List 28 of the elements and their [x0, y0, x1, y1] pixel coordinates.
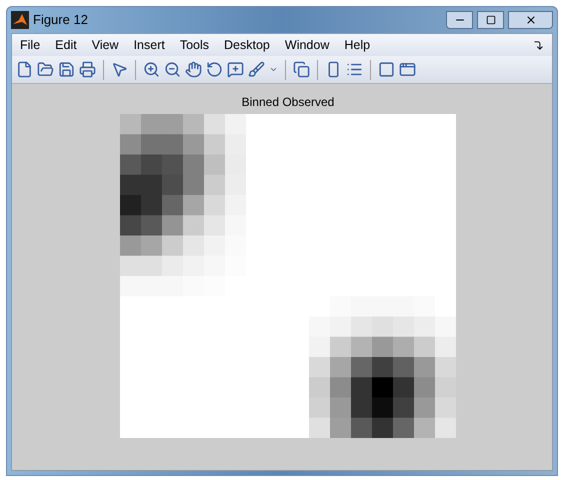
- window-title: Figure 12: [33, 11, 88, 30]
- plot-title: Binned Observed: [242, 94, 334, 111]
- menu-item[interactable]: Window: [284, 36, 330, 54]
- minimize-button[interactable]: [446, 11, 473, 29]
- hand-icon[interactable]: [185, 61, 202, 78]
- app-logo-icon: [11, 11, 29, 29]
- print-icon[interactable]: [79, 61, 96, 78]
- close-button[interactable]: [508, 11, 553, 29]
- pointer-icon[interactable]: [111, 61, 128, 78]
- zoom-in-icon[interactable]: [143, 61, 160, 78]
- close-icon: [524, 14, 536, 26]
- menu-item[interactable]: Tools: [180, 36, 210, 54]
- menu-item[interactable]: File: [20, 36, 40, 54]
- open-folder-icon[interactable]: [37, 61, 54, 78]
- maximize-icon: [486, 15, 496, 25]
- save-icon[interactable]: [58, 61, 75, 78]
- menu-item[interactable]: View: [92, 36, 119, 54]
- dock-arrow-icon[interactable]: [533, 40, 544, 50]
- maximize-button[interactable]: [477, 11, 504, 29]
- new-file-icon[interactable]: [16, 61, 33, 78]
- caret-icon[interactable]: [269, 65, 278, 74]
- menu-item[interactable]: Help: [344, 36, 370, 54]
- menu-item[interactable]: Insert: [134, 36, 165, 54]
- zoom-out-icon[interactable]: [164, 61, 181, 78]
- menu-item[interactable]: Edit: [55, 36, 77, 54]
- menu-item[interactable]: Desktop: [224, 36, 270, 54]
- brush-icon[interactable]: [248, 61, 265, 78]
- rotate-icon[interactable]: [206, 61, 223, 78]
